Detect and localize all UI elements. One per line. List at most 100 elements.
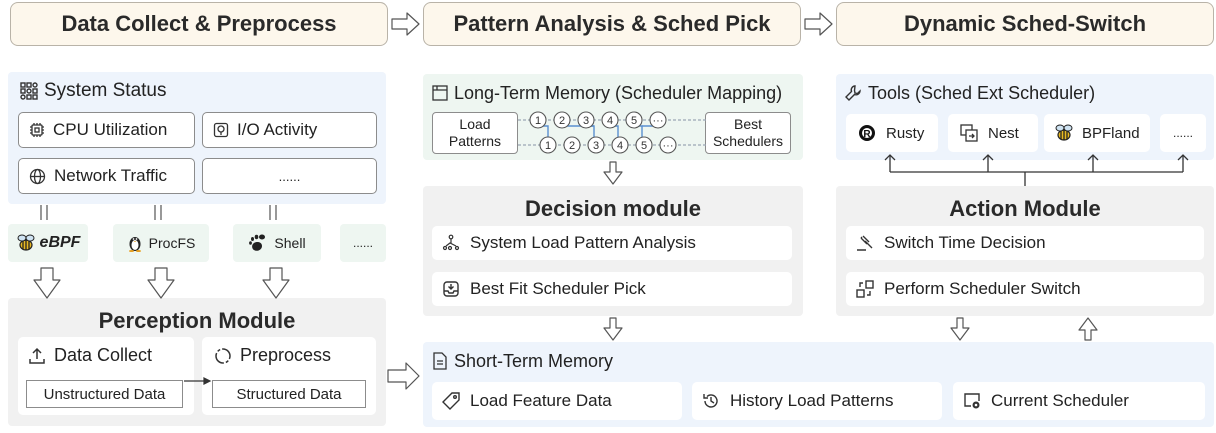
decision-down-arrow [603,317,623,341]
top-node-4-label: 4 [607,115,613,127]
load-feature-label: Load Feature Data [470,391,612,410]
tool-bpfland-label: BPFland [1082,124,1140,142]
ebpf-down-arrow [33,267,61,299]
top-node-more-label: ··· [653,115,664,127]
phase-switch-label: Dynamic Sched-Switch [903,11,1147,36]
source-procfs-label: ProcFS [148,235,196,251]
load-patterns-label: Load Patterns [448,116,502,149]
network-traffic-box: Network Traffic [18,158,195,194]
unstructured-data-box: Unstructured Data [26,380,183,408]
source-more-label: ...... [352,236,373,250]
globe-icon [29,168,46,185]
decision-module-title: Decision module [524,196,702,221]
phase-collect-label: Data Collect & Preprocess [61,11,337,36]
bottom-node-more-label: ··· [663,140,674,152]
top-node-1-label: 1 [535,115,541,127]
switch-blocks-icon [856,280,874,298]
load-pattern-analysis-label: System Load Pattern Analysis [470,233,696,252]
phase-analysis: Pattern Analysis & Sched Pick [423,2,801,46]
top-node-2-label: 2 [559,115,565,127]
history-patterns-card: History Load Patterns [692,382,942,420]
source-procfs: ProcFS [113,224,209,262]
nested-boxes-icon [960,124,978,142]
best-fit-pick-card: Best Fit Scheduler Pick [432,272,792,306]
window-icon [432,85,448,101]
best-fit-pick-label: Best Fit Scheduler Pick [470,279,646,298]
loading-circle-icon [214,347,232,365]
phase-analysis-label: Pattern Analysis & Sched Pick [453,11,771,36]
phase-switch: Dynamic Sched-Switch [836,2,1214,46]
system-status-label: System Status [44,80,167,101]
structured-data-label: Structured Data [236,385,342,403]
graph-nodes-icon [442,234,460,252]
source-ebpf: eBPF [8,224,88,262]
mapping-graph: 1 2 3 4 5 ··· 1 2 3 4 5 ··· [518,111,706,154]
tool-nest-label: Nest [988,124,1019,142]
header-arrow-1 [391,12,420,36]
bottom-node-3-label: 3 [593,140,599,152]
svg-text:R: R [863,129,871,140]
cpu-utilization-box: CPU Utilization [18,112,195,148]
history-patterns-label: History Load Patterns [730,391,894,410]
top-node-5-label: 5 [631,115,637,127]
shell-down-arrow [262,267,290,299]
bee-icon [16,234,36,252]
bee-icon [1054,124,1074,142]
perception-module-title: Perception Module [98,308,296,333]
source-more: ...... [340,224,386,262]
source-shell-label: Shell [274,235,306,251]
tool-rusty: R Rusty [846,114,938,152]
tools-title: Tools (Sched Ext Scheduler) [844,82,1095,104]
document-icon [432,352,448,370]
rust-logo-icon: R [858,124,876,142]
network-traffic-label: Network Traffic [54,166,168,185]
procfs-down-arrow [147,267,175,299]
io-activity-box: I/O Activity [202,112,377,148]
short-term-memory-label: Short-Term Memory [454,350,614,371]
perform-switch-card: Perform Scheduler Switch [846,272,1204,306]
action-module-title: Action Module [949,196,1101,221]
upload-icon [28,347,46,365]
long-term-down-arrow [603,161,623,185]
inbox-tray-icon [442,280,460,298]
top-node-3-label: 3 [583,115,589,127]
history-icon [702,392,720,410]
switch-time-card: Switch Time Decision [846,226,1204,260]
load-feature-card: Load Feature Data [432,382,682,420]
tool-more-label: ...... [1172,126,1193,140]
tool-rusty-label: Rusty [886,124,925,142]
io-activity-label: I/O Activity [237,120,318,139]
bottom-node-2-label: 2 [569,140,575,152]
bottom-node-5-label: 5 [641,140,647,152]
wrench-icon [844,84,862,102]
bottom-node-4-label: 4 [617,140,623,152]
structured-data-box: Structured Data [212,380,366,408]
header-arrow-2 [804,12,833,36]
action-down-arrow [950,317,970,341]
status-more-label: ...... [278,168,301,184]
source-ebpf-label: eBPF [39,234,81,251]
best-schedulers-label: Best Schedulers [712,116,784,149]
perform-switch-label: Perform Scheduler Switch [884,279,1081,298]
cpu-utilization-label: CPU Utilization [53,120,168,139]
disk-icon [213,122,229,138]
current-scheduler-card: Current Scheduler [953,382,1205,420]
long-term-memory-label: Long-Term Memory (Scheduler Mapping) [454,82,783,103]
gnome-foot-icon [248,234,266,252]
monitor-grid-icon [18,81,40,101]
cpu-icon [29,122,45,138]
perception-to-memory-arrow [387,362,420,390]
source-shell: Shell [233,224,321,262]
gavel-icon [856,234,874,252]
load-patterns-box: Load Patterns [432,112,518,154]
status-more-box: ...... [202,158,377,194]
load-pattern-analysis-card: System Load Pattern Analysis [432,226,792,260]
phase-collect: Data Collect & Preprocess [10,2,388,46]
tool-more: ...... [1160,114,1206,152]
best-schedulers-box: Best Schedulers [705,112,791,154]
unstructured-data-label: Unstructured Data [43,385,166,403]
tools-label: Tools (Sched Ext Scheduler) [868,82,1096,103]
preprocess-label: Preprocess [240,345,332,365]
tool-nest: Nest [948,114,1038,152]
memory-up-arrow [1078,317,1098,341]
